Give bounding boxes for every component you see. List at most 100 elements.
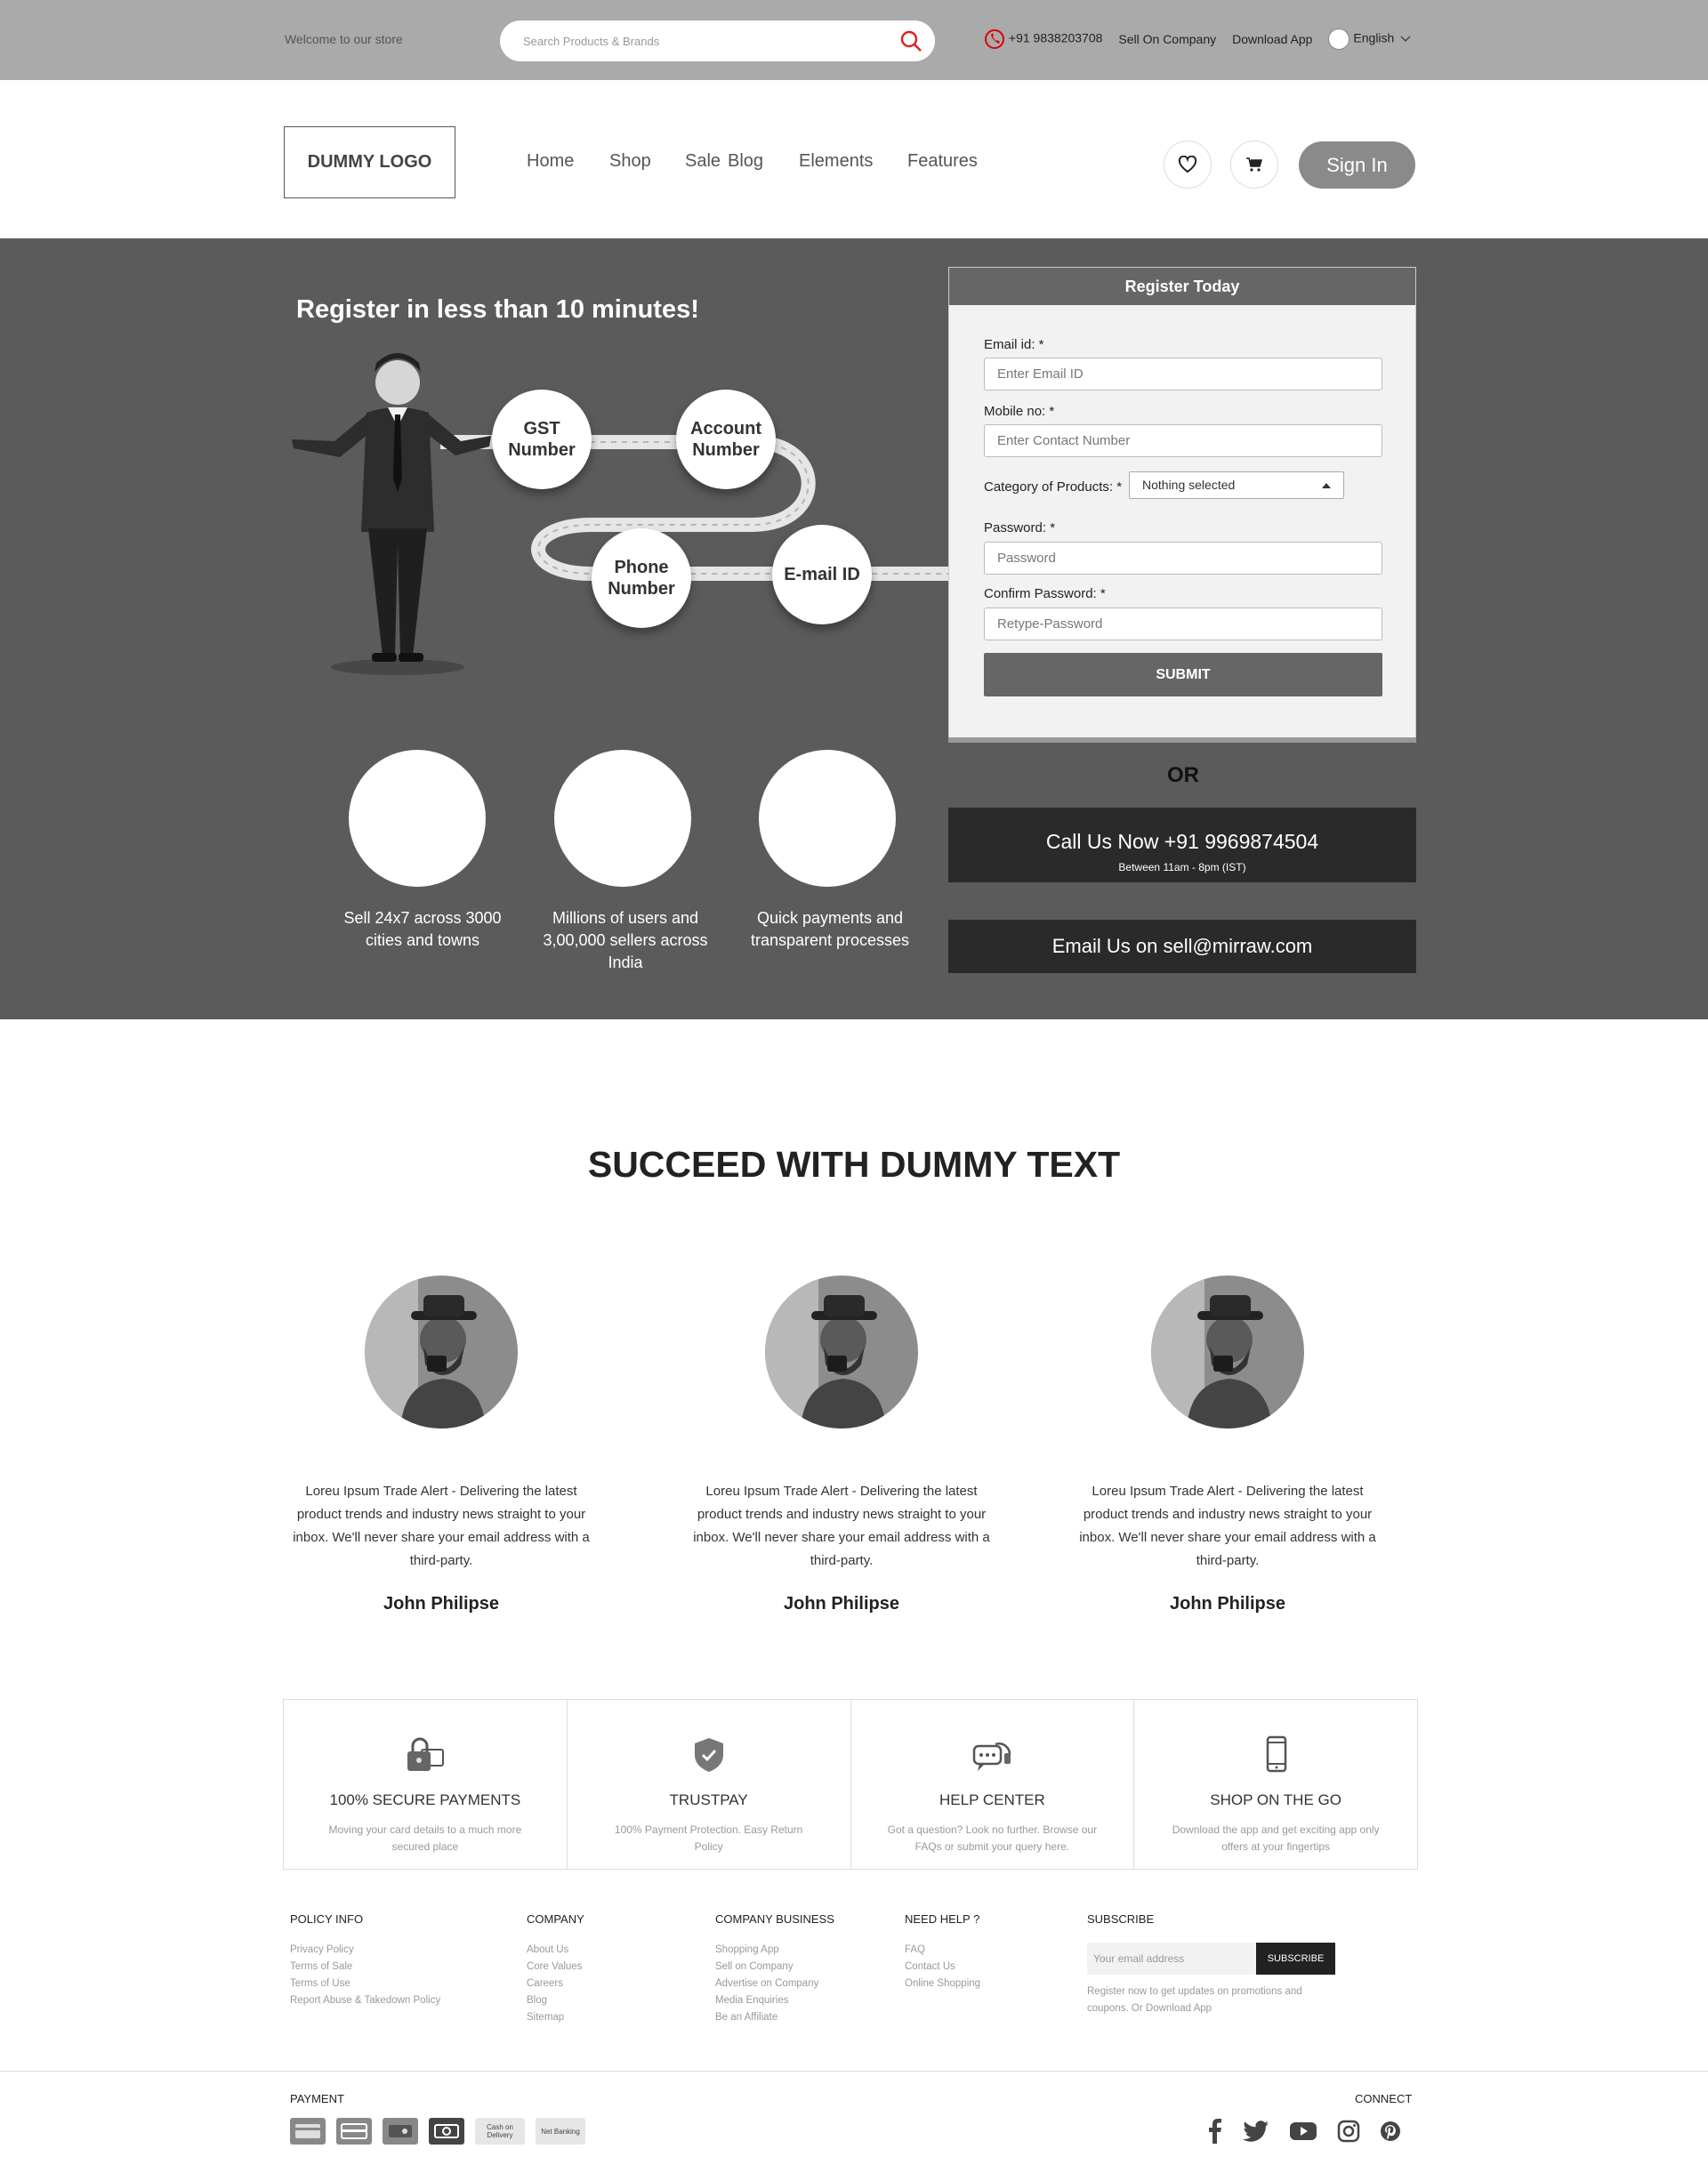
- footer-link[interactable]: Advertise on Company: [715, 1976, 834, 1992]
- mobile-label: Mobile no: *: [984, 404, 1055, 419]
- footer-link[interactable]: Terms of Use: [290, 1976, 440, 1992]
- features-strip: 100% SECURE PAYMENTS Moving your card de…: [283, 1699, 1418, 1870]
- card-icon: [290, 2118, 326, 2145]
- lock-card-icon: [407, 1737, 444, 1771]
- main-nav: DUMMY LOGO Home Shop Sale Blog Elements …: [0, 80, 1708, 238]
- feature-title: TRUSTPAY: [669, 1791, 748, 1808]
- testimonial-text: Loreu Ipsum Trade Alert - Delivering the…: [1079, 1484, 1376, 1568]
- wishlist-button[interactable]: [1164, 141, 1212, 189]
- footer-link[interactable]: Shopping App: [715, 1942, 834, 1959]
- avatar: [1151, 1276, 1304, 1429]
- footer-link[interactable]: Be an Affiliate: [715, 2009, 834, 2026]
- feature-text: Quick payments and transparent processes: [750, 909, 910, 949]
- phone-link[interactable]: +91 9838203708: [984, 28, 1102, 50]
- registration-illustration: [292, 353, 952, 675]
- avatar: [365, 1276, 518, 1429]
- top-bar: Welcome to our store Search Products & B…: [0, 0, 1708, 80]
- sign-in-button[interactable]: Sign In: [1299, 141, 1415, 189]
- nav-features[interactable]: Features: [907, 151, 978, 172]
- search-icon[interactable]: [899, 29, 922, 52]
- footer-link[interactable]: Careers: [527, 1976, 584, 1992]
- email-us-button[interactable]: Email Us on sell@mirraw.com: [948, 920, 1416, 973]
- subscribe-button[interactable]: SUBSCRIBE: [1256, 1943, 1335, 1975]
- connect-label: CONNECT: [1355, 2092, 1413, 2105]
- footer-link[interactable]: Core Values: [527, 1959, 584, 1976]
- footer-link[interactable]: Online Shopping: [905, 1976, 980, 1992]
- phone-icon: [985, 29, 1004, 49]
- submit-button[interactable]: SUBMIT: [984, 653, 1382, 696]
- feature-subtitle: Download the app and get exciting app on…: [1172, 1823, 1380, 1853]
- chevron-down-icon: [1400, 36, 1411, 42]
- subscribe-email-input[interactable]: Your email address: [1087, 1943, 1256, 1975]
- pinterest-icon[interactable]: [1380, 2121, 1401, 2142]
- footer-link[interactable]: FAQ: [905, 1942, 980, 1959]
- heart-icon: [1178, 156, 1197, 173]
- feature-circle: [759, 750, 896, 887]
- youtube-icon[interactable]: [1289, 2121, 1317, 2142]
- feature-secure-payments: 100% SECURE PAYMENTS Moving your card de…: [284, 1700, 568, 1869]
- testimonial-name: John Philipse: [383, 1594, 500, 1614]
- nav-elements[interactable]: Elements: [799, 151, 873, 172]
- nav-shop[interactable]: Shop: [609, 151, 651, 172]
- card-icon: [336, 2118, 372, 2145]
- mobile-field[interactable]: Enter Contact Number: [984, 424, 1382, 457]
- language-selector[interactable]: English: [1328, 28, 1411, 50]
- caret-up-icon: [1322, 483, 1331, 488]
- facebook-icon[interactable]: [1205, 2119, 1223, 2144]
- step-gst-number: GST Number: [492, 390, 592, 489]
- footer-link[interactable]: Contact Us: [905, 1959, 980, 1976]
- footer-policy-column: POLICY INFO Privacy Policy Terms of Sale…: [290, 1912, 440, 2009]
- testimonial-name: John Philipse: [783, 1594, 900, 1614]
- logo[interactable]: DUMMY LOGO: [284, 126, 455, 198]
- download-app-link[interactable]: Download App: [1232, 32, 1312, 46]
- footer-link[interactable]: Report Abuse & Takedown Policy: [290, 1992, 440, 2009]
- nav-home[interactable]: Home: [527, 151, 574, 172]
- cart-button[interactable]: [1230, 141, 1278, 189]
- footer-link[interactable]: Sitemap: [527, 2009, 584, 2026]
- category-select[interactable]: Nothing selected: [1129, 471, 1344, 499]
- password-field[interactable]: Password: [984, 542, 1382, 575]
- footer-link[interactable]: Media Enquiries: [715, 1992, 834, 2009]
- feature-text: Sell 24x7 across 3000 cities and towns: [343, 909, 502, 949]
- social-links: [1205, 2119, 1401, 2144]
- testimonial-name: John Philipse: [1169, 1594, 1286, 1614]
- feature-title: SHOP ON THE GO: [1210, 1791, 1341, 1808]
- footer-column-title: COMPANY BUSINESS: [715, 1912, 834, 1926]
- footer-link[interactable]: Privacy Policy: [290, 1942, 440, 1959]
- net-banking-icon: Net Banking: [536, 2118, 585, 2145]
- footer-link[interactable]: Terms of Sale: [290, 1959, 440, 1976]
- footer-link[interactable]: Sell on Company: [715, 1959, 834, 1976]
- mobile-icon: [1266, 1735, 1287, 1773]
- footer-link[interactable]: Blog: [527, 1992, 584, 2009]
- email-field[interactable]: Enter Email ID: [984, 358, 1382, 390]
- footer-column-title: POLICY INFO: [290, 1912, 364, 1926]
- footer-company-column: COMPANY About Us Core Values Careers Blo…: [527, 1912, 584, 2026]
- call-us-button[interactable]: Call Us Now +91 9969874504 Between 11am …: [948, 808, 1416, 882]
- cash-on-delivery-icon: Cash on Delivery: [475, 2118, 525, 2145]
- testimonial-text: Loreu Ipsum Trade Alert - Delivering the…: [293, 1484, 590, 1568]
- or-divider: OR: [1167, 763, 1199, 787]
- footer-column-title: SUBSCRIBE: [1087, 1912, 1155, 1926]
- twitter-icon[interactable]: [1243, 2120, 1269, 2143]
- download-app-link[interactable]: Or Download App: [1132, 2003, 1212, 2014]
- footer-link[interactable]: About Us: [527, 1942, 584, 1959]
- chat-headset-icon: [973, 1742, 1011, 1771]
- subscribe-note: Register now to get updates on promotion…: [1087, 1984, 1336, 2017]
- testimonial-card: Loreu Ipsum Trade Alert - Delivering the…: [290, 1276, 592, 1614]
- register-form: Register Today Email id: * Enter Email I…: [948, 267, 1416, 743]
- search-bar[interactable]: Search Products & Brands: [500, 20, 935, 61]
- nav-blog[interactable]: Blog: [728, 151, 763, 172]
- search-input[interactable]: Search Products & Brands: [523, 35, 659, 48]
- footer-subscribe-column: SUBSCRIBE: [1087, 1912, 1154, 1942]
- section-title: SUCCEED WITH DUMMY TEXT: [587, 1144, 1121, 1185]
- confirm-password-field[interactable]: Retype-Password: [984, 608, 1382, 640]
- wallet-icon: [383, 2118, 418, 2145]
- nav-sale[interactable]: Sale: [685, 151, 721, 172]
- call-us-text: Call Us Now +91 9969874504: [1045, 830, 1319, 853]
- feature-help-center: HELP CENTER Got a question? Look no furt…: [851, 1700, 1135, 1869]
- businessman-figure: [292, 353, 491, 675]
- call-hours: Between 11am - 8pm (IST): [1118, 861, 1246, 873]
- sell-on-company-link[interactable]: Sell On Company: [1118, 32, 1216, 46]
- hero-section: Register in less than 10 minutes! GST Nu…: [0, 238, 1708, 1019]
- instagram-icon[interactable]: [1337, 2120, 1360, 2143]
